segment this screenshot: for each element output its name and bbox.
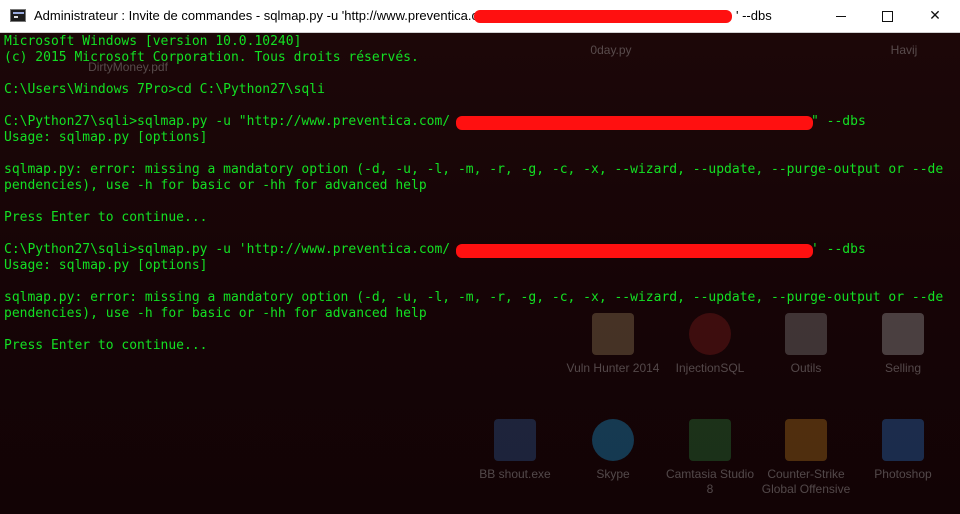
console-line: C:\Python27\sqli>sqlmap.py -u "http://ww… (4, 114, 451, 129)
desktop-icon[interactable]: InjectionSQL (662, 313, 758, 376)
close-icon: ✕ (929, 8, 941, 24)
minimize-icon (836, 15, 846, 17)
console-line: sqlmap.py: error: missing a mandatory op… (4, 162, 944, 177)
close-button[interactable]: ✕ (912, 0, 958, 32)
desktop-icon-label: InjectionSQL (675, 361, 745, 375)
window-title: Administrateur : Invite de commandes - s… (34, 8, 500, 23)
desktop-icon-label: Skype (596, 467, 630, 481)
console-line: ' --dbs (811, 242, 866, 257)
desktop-icon-label: Havij (890, 43, 918, 57)
csgo-icon (785, 419, 827, 461)
maximize-icon (881, 10, 893, 22)
desktop-icon-label: 0day.py (590, 43, 632, 57)
console-line: Microsoft Windows [version 10.0.10240] (4, 34, 302, 49)
console-line: Usage: sqlmap.py [options] (4, 130, 208, 145)
console-line: " --dbs (811, 114, 866, 129)
console-line: pendencies), use -h for basic or -hh for… (4, 306, 427, 321)
photoshop-icon (882, 419, 924, 461)
selling-icon (882, 313, 924, 355)
injectionsql-icon (689, 313, 731, 355)
desktop-icon-label: Vuln Hunter 2014 (566, 361, 660, 375)
desktop-icon[interactable]: 0day.py (563, 43, 659, 58)
desktop-icon[interactable]: BB shout.exe (467, 419, 563, 482)
console-line: sqlmap.py: error: missing a mandatory op… (4, 290, 944, 305)
desktop-icon[interactable]: Photoshop (855, 419, 951, 482)
desktop-icon-label: Counter-Strike Global Offensive (761, 467, 851, 496)
desktop-icon-label: Photoshop (874, 467, 932, 481)
desktop-icon[interactable]: Havij (856, 43, 952, 58)
exe-icon (494, 419, 536, 461)
cmd-icon (10, 9, 26, 22)
console-line: Press Enter to continue... (4, 338, 208, 353)
maximize-button[interactable] (864, 0, 910, 32)
skype-icon (592, 419, 634, 461)
console-output[interactable]: 0day.py Havij DirtyMoney.pdf Vuln Hunter… (0, 33, 960, 514)
redaction-mark (456, 116, 813, 130)
minimize-button[interactable] (818, 0, 864, 32)
desktop-icon[interactable]: Selling (855, 313, 951, 376)
camtasia-icon (689, 419, 731, 461)
desktop-icon[interactable]: Skype (565, 419, 661, 482)
desktop-icon[interactable]: Outils (758, 313, 854, 376)
console-line: (c) 2015 Microsoft Corporation. Tous dro… (4, 50, 419, 65)
redaction-mark (474, 10, 732, 23)
desktop-icon[interactable]: Counter-Strike Global Offensive (758, 419, 854, 497)
desktop-icon-label: Camtasia Studio 8 (665, 467, 755, 496)
vuln-hunter-icon (592, 313, 634, 355)
desktop-icon-label: Outils (790, 361, 822, 375)
title-bar[interactable]: Administrateur : Invite de commandes - s… (0, 0, 960, 33)
desktop-icon[interactable]: Camtasia Studio 8 (662, 419, 758, 497)
console-line: pendencies), use -h for basic or -hh for… (4, 178, 427, 193)
desktop-icon-label: Selling (884, 361, 922, 375)
desktop-icon-label: BB shout.exe (479, 467, 551, 481)
tools-icon (785, 313, 827, 355)
console-line: C:\Python27\sqli>sqlmap.py -u 'http://ww… (4, 242, 451, 257)
redaction-mark (456, 244, 813, 258)
window-title-suffix: ' --dbs (736, 8, 772, 23)
console-line: Press Enter to continue... (4, 210, 208, 225)
console-line: Usage: sqlmap.py [options] (4, 258, 208, 273)
desktop-icon[interactable]: Vuln Hunter 2014 (565, 313, 661, 376)
console-line: C:\Users\Windows 7Pro>cd C:\Python27\sql… (4, 82, 325, 97)
